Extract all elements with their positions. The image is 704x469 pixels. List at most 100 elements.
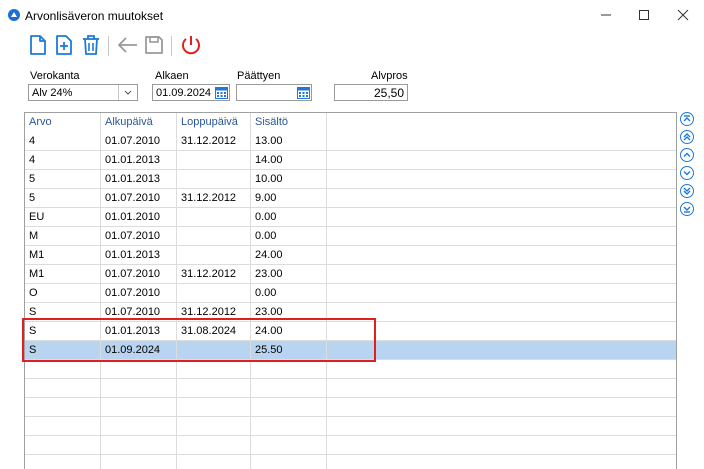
table-cell: 25.50	[251, 341, 327, 360]
minimize-icon[interactable]	[596, 5, 616, 25]
table-cell: 01.01.2013	[101, 322, 177, 341]
table-cell: EU	[25, 208, 101, 227]
table-cell: 01.01.2010	[101, 208, 177, 227]
table-cell: 5	[25, 170, 101, 189]
table-row[interactable]	[25, 398, 676, 417]
table-row[interactable]: O 01.07.2010 0.00	[25, 284, 676, 303]
paattyen-date-field[interactable]	[236, 84, 312, 101]
table-cell: O	[25, 284, 101, 303]
alkaen-label: Alkaen	[155, 70, 189, 82]
table-row[interactable]: EU 01.01.2010 0.00	[25, 208, 676, 227]
table-row[interactable]	[25, 436, 676, 455]
table-cell: 01.01.2013	[101, 151, 177, 170]
toolbar	[0, 30, 704, 62]
table-cell: 24.00	[251, 322, 327, 341]
table-cell	[25, 398, 101, 417]
table-cell	[327, 208, 676, 227]
maximize-icon[interactable]	[634, 5, 654, 25]
alvpros-label: Alvpros	[371, 70, 408, 82]
app-window: Arvonlisäveron muutokset Verokanta Alv 2…	[0, 0, 704, 469]
table-row[interactable]	[25, 455, 676, 469]
table-row[interactable]	[25, 379, 676, 398]
table-row[interactable]: M1 01.07.2010 31.12.2012 23.00	[25, 265, 676, 284]
table-row[interactable]: 5 01.01.2013 10.00	[25, 170, 676, 189]
alvpros-input[interactable]: 25,50	[334, 84, 408, 101]
column-header: Arvo	[25, 113, 101, 132]
table-cell	[177, 170, 251, 189]
table-cell: 01.07.2010	[101, 265, 177, 284]
verokanta-value: Alv 24%	[32, 87, 73, 99]
table-row[interactable]: 5 01.07.2010 31.12.2012 9.00	[25, 189, 676, 208]
table-row[interactable]: S 01.09.2024 25.50	[25, 341, 676, 360]
table-cell: 31.12.2012	[177, 189, 251, 208]
table-cell	[327, 398, 676, 417]
table-row[interactable]	[25, 417, 676, 436]
table-cell	[177, 360, 251, 379]
add-icon[interactable]	[52, 33, 76, 57]
last-record-icon[interactable]	[680, 202, 694, 216]
table-cell	[177, 284, 251, 303]
table-row[interactable]: 4 01.01.2013 14.00	[25, 151, 676, 170]
calendar-icon[interactable]	[297, 86, 310, 99]
table-cell: 10.00	[251, 170, 327, 189]
table-row[interactable]: S 01.01.2013 31.08.2024 24.00	[25, 322, 676, 341]
column-header: Loppupäivä	[177, 113, 251, 132]
table-cell	[251, 360, 327, 379]
table-cell	[25, 436, 101, 455]
verokanta-label: Verokanta	[30, 70, 80, 82]
table-cell	[327, 265, 676, 284]
table-cell: 31.12.2012	[177, 132, 251, 151]
app-logo-icon	[8, 9, 20, 21]
window-title: Arvonlisäveron muutokset	[25, 9, 164, 23]
alvpros-value: 25,50	[373, 86, 404, 100]
column-header	[327, 113, 676, 132]
first-record-icon[interactable]	[680, 112, 694, 126]
table-cell	[177, 151, 251, 170]
previous-record-icon[interactable]	[680, 148, 694, 162]
new-icon[interactable]	[26, 33, 50, 57]
table-cell: 14.00	[251, 151, 327, 170]
alkaen-value: 01.09.2024	[156, 87, 212, 99]
vat-rate-table: Arvo Alkupäivä Loppupäivä Sisältö 4 01.07.201…	[24, 112, 677, 469]
chevron-down-icon[interactable]	[118, 85, 137, 100]
paattyen-label: Päättyen	[237, 70, 281, 82]
table-row[interactable]	[25, 360, 676, 379]
table-header-row: Arvo Alkupäivä Loppupäivä Sisältö	[25, 113, 676, 132]
table-cell	[327, 170, 676, 189]
table-row[interactable]: M 01.07.2010 0.00	[25, 227, 676, 246]
column-header: Sisältö	[251, 113, 327, 132]
table-cell	[177, 436, 251, 455]
table-cell	[327, 284, 676, 303]
page-up-icon[interactable]	[680, 130, 694, 144]
table-cell	[327, 227, 676, 246]
table-cell: 01.07.2010	[101, 284, 177, 303]
table-row[interactable]: S 01.07.2010 31.12.2012 23.00	[25, 303, 676, 322]
table-cell	[327, 132, 676, 151]
table-row[interactable]: 4 01.07.2010 31.12.2012 13.00	[25, 132, 676, 151]
next-record-icon[interactable]	[680, 166, 694, 180]
table-cell	[177, 379, 251, 398]
calendar-icon[interactable]	[215, 86, 228, 99]
close-icon[interactable]	[673, 5, 693, 25]
page-down-icon[interactable]	[680, 184, 694, 198]
table-row[interactable]: M1 01.01.2013 24.00	[25, 246, 676, 265]
power-icon[interactable]	[179, 33, 203, 57]
table-cell: M1	[25, 265, 101, 284]
table-cell	[327, 246, 676, 265]
delete-icon[interactable]	[79, 33, 103, 57]
table-cell	[327, 417, 676, 436]
table-cell	[177, 208, 251, 227]
table-cell	[25, 417, 101, 436]
save-icon[interactable]	[142, 33, 166, 57]
column-header: Alkupäivä	[101, 113, 177, 132]
verokanta-select[interactable]: Alv 24%	[28, 84, 138, 101]
table-cell: 31.12.2012	[177, 303, 251, 322]
alkaen-date-field[interactable]: 01.09.2024	[152, 84, 230, 101]
table-cell: 0.00	[251, 284, 327, 303]
table-cell	[327, 189, 676, 208]
table-cell	[177, 417, 251, 436]
undo-icon[interactable]	[116, 33, 140, 57]
table-cell	[251, 398, 327, 417]
title-bar: Arvonlisäveron muutokset	[0, 0, 704, 30]
table-cell	[327, 151, 676, 170]
